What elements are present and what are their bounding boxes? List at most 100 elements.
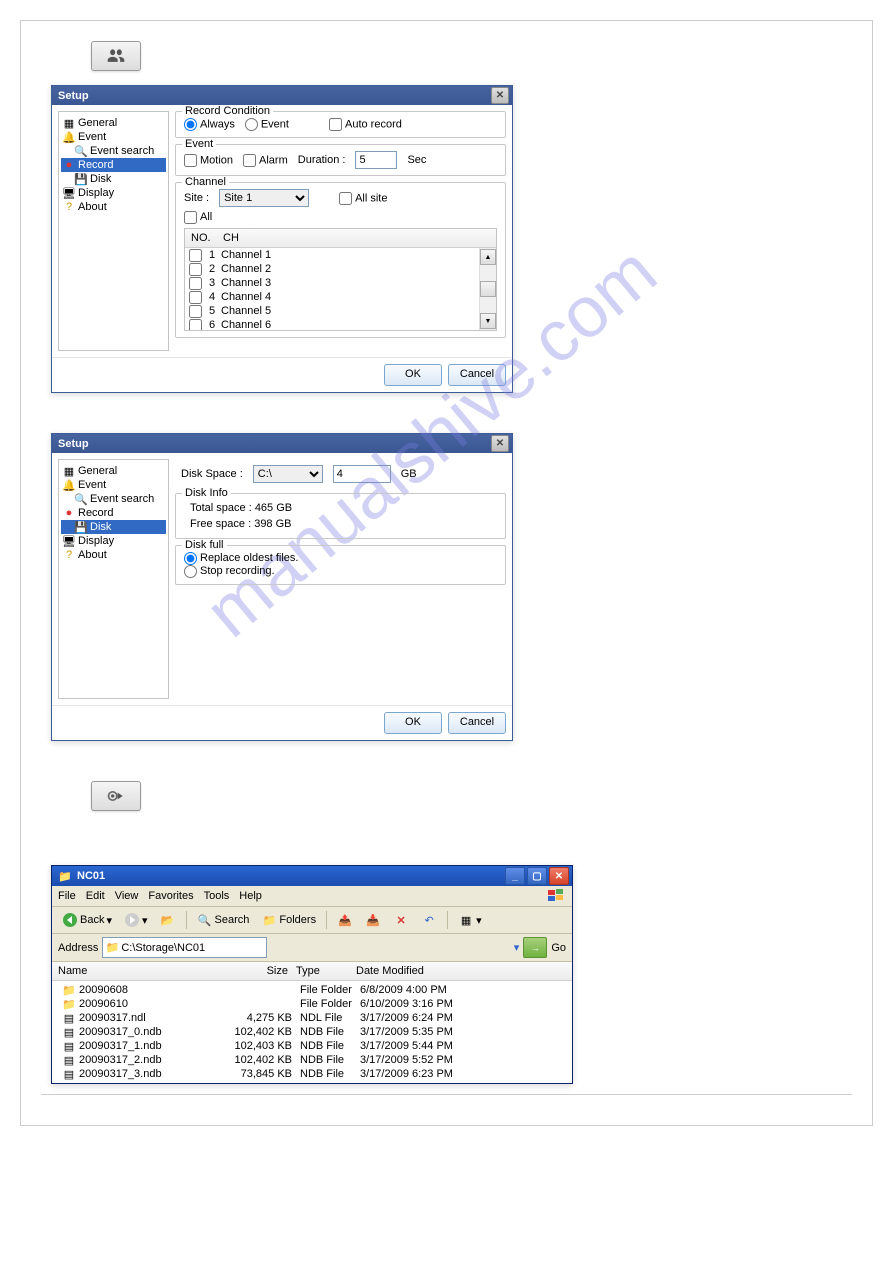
radio-stop-recording[interactable]: Stop recording. xyxy=(184,565,275,577)
minimize-button[interactable]: _ xyxy=(505,867,525,885)
back-button[interactable]: Back ▾ xyxy=(58,910,116,930)
file-row[interactable]: ▤20090317_0.ndb102,402 KBNDB File3/17/20… xyxy=(52,1025,572,1039)
menu-help[interactable]: Help xyxy=(239,890,262,902)
disk-space-label: Disk Space : xyxy=(181,468,243,480)
setup-button-icon[interactable] xyxy=(91,41,141,71)
table-row[interactable]: 3Channel 3 xyxy=(185,276,496,290)
checkbox-all-site[interactable]: All site xyxy=(339,192,387,205)
file-row[interactable]: ▤20090317_2.ndb102,402 KBNDB File3/17/20… xyxy=(52,1053,572,1067)
drive-select[interactable]: C:\ xyxy=(253,465,323,483)
search-icon: 🔍 xyxy=(197,912,213,928)
copy-to-button[interactable]: 📥 xyxy=(361,910,385,930)
ok-button[interactable]: OK xyxy=(384,712,442,734)
tree-item-general[interactable]: ▦General xyxy=(61,116,166,130)
menu-file[interactable]: File xyxy=(58,890,76,902)
site-select[interactable]: Site 1 xyxy=(219,189,309,207)
tree-item-record[interactable]: ●Record xyxy=(61,158,166,172)
group-label: Channel xyxy=(182,176,229,188)
tree-item-disk[interactable]: 💾Disk xyxy=(61,172,166,186)
row-checkbox[interactable] xyxy=(189,277,202,290)
address-input[interactable] xyxy=(102,937,267,958)
close-button[interactable]: ✕ xyxy=(549,867,569,885)
row-no: 5 xyxy=(209,305,215,317)
radio-replace-oldest[interactable]: Replace oldest files. xyxy=(184,552,298,564)
tree-item-event-search[interactable]: 🔍Event search xyxy=(61,144,166,158)
maximize-button[interactable]: ▢ xyxy=(527,867,547,885)
views-button[interactable]: ▦▾ xyxy=(454,910,486,930)
forward-button[interactable]: ▾ xyxy=(120,910,152,930)
table-row[interactable]: 5Channel 5 xyxy=(185,304,496,318)
disk-size-input[interactable] xyxy=(333,465,391,483)
menu-tools[interactable]: Tools xyxy=(204,890,230,902)
col-ch[interactable]: CH xyxy=(223,232,496,244)
row-checkbox[interactable] xyxy=(189,263,202,276)
table-row[interactable]: 6Channel 6 xyxy=(185,318,496,330)
col-date[interactable]: Date Modified xyxy=(356,965,572,977)
row-checkbox[interactable] xyxy=(189,291,202,304)
cancel-button[interactable]: Cancel xyxy=(448,364,506,386)
menu-edit[interactable]: Edit xyxy=(86,890,105,902)
file-row[interactable]: ▤20090317.ndl4,275 KBNDL File3/17/2009 6… xyxy=(52,1011,572,1025)
scroll-up-icon[interactable]: ▲ xyxy=(480,249,496,265)
file-row[interactable]: ▤20090317_1.ndb102,403 KBNDB File3/17/20… xyxy=(52,1039,572,1053)
close-icon[interactable]: ✕ xyxy=(491,87,509,104)
scrollbar[interactable]: ▲ ▼ xyxy=(479,248,496,330)
table-row[interactable]: 4Channel 4 xyxy=(185,290,496,304)
file-date: 6/8/2009 4:00 PM xyxy=(360,984,572,996)
undo-button[interactable]: ↶ xyxy=(417,910,441,930)
folder-icon: 📁 xyxy=(104,939,120,955)
gb-label: GB xyxy=(401,468,417,480)
tree-item-event[interactable]: 🔔Event xyxy=(61,130,166,144)
col-type[interactable]: Type xyxy=(296,965,356,977)
col-size[interactable]: Size xyxy=(228,965,296,977)
cancel-button[interactable]: Cancel xyxy=(448,712,506,734)
col-name[interactable]: Name xyxy=(52,965,228,977)
row-no: 2 xyxy=(209,263,215,275)
tree-item-about[interactable]: ?About xyxy=(61,200,166,214)
up-button[interactable]: 📂 xyxy=(156,910,180,930)
tree-item-disk[interactable]: 💾Disk xyxy=(61,520,166,534)
checkbox-motion[interactable]: Motion xyxy=(184,154,233,167)
move-to-button[interactable]: 📤 xyxy=(333,910,357,930)
row-checkbox[interactable] xyxy=(189,249,202,262)
address-dropdown[interactable]: ▾ xyxy=(514,941,520,954)
row-checkbox[interactable] xyxy=(189,305,202,318)
monitor-icon: 🖥 xyxy=(63,187,75,199)
go-button[interactable]: → xyxy=(523,937,547,958)
col-no[interactable]: NO. xyxy=(185,232,223,244)
menu-view[interactable]: View xyxy=(115,890,139,902)
playback-button-icon[interactable] xyxy=(91,781,141,811)
ok-button[interactable]: OK xyxy=(384,364,442,386)
file-size: 102,403 KB xyxy=(232,1040,300,1052)
scroll-down-icon[interactable]: ▼ xyxy=(480,313,496,329)
tree-item-event[interactable]: 🔔Event xyxy=(61,478,166,492)
file-row[interactable]: ▤20090317_3.ndb73,845 KBNDB File3/17/200… xyxy=(52,1067,572,1081)
checkbox-auto-record[interactable]: Auto record xyxy=(329,118,402,131)
table-row[interactable]: 1Channel 1 xyxy=(185,248,496,262)
checkbox-alarm[interactable]: Alarm xyxy=(243,154,288,167)
radio-event[interactable]: Event xyxy=(245,118,289,131)
row-channel: Channel 3 xyxy=(221,277,496,289)
tree-item-display[interactable]: 🖥Display xyxy=(61,534,166,548)
row-no: 6 xyxy=(209,319,215,330)
scroll-thumb[interactable] xyxy=(480,281,496,297)
radio-always[interactable]: Always xyxy=(184,118,235,131)
delete-button[interactable]: ✕ xyxy=(389,910,413,930)
tree-item-display[interactable]: 🖥Display xyxy=(61,186,166,200)
close-icon[interactable]: ✕ xyxy=(491,435,509,452)
tree-item-event-search[interactable]: 🔍Event search xyxy=(61,492,166,506)
duration-label: Duration : xyxy=(298,154,346,166)
folders-button[interactable]: 📁Folders xyxy=(257,910,320,930)
search-button[interactable]: 🔍Search xyxy=(193,910,254,930)
tree-item-record[interactable]: ●Record xyxy=(61,506,166,520)
file-row[interactable]: 📁20090610File Folder6/10/2009 3:16 PM xyxy=(52,997,572,1011)
file-row[interactable]: 📁20090608File Folder6/8/2009 4:00 PM xyxy=(52,983,572,997)
menu-favorites[interactable]: Favorites xyxy=(148,890,193,902)
row-checkbox[interactable] xyxy=(189,319,202,331)
duration-input[interactable] xyxy=(355,151,397,169)
windows-logo-icon xyxy=(546,888,566,904)
tree-item-about[interactable]: ?About xyxy=(61,548,166,562)
table-row[interactable]: 2Channel 2 xyxy=(185,262,496,276)
tree-item-general[interactable]: ▦General xyxy=(61,464,166,478)
checkbox-all[interactable]: All xyxy=(184,211,212,223)
